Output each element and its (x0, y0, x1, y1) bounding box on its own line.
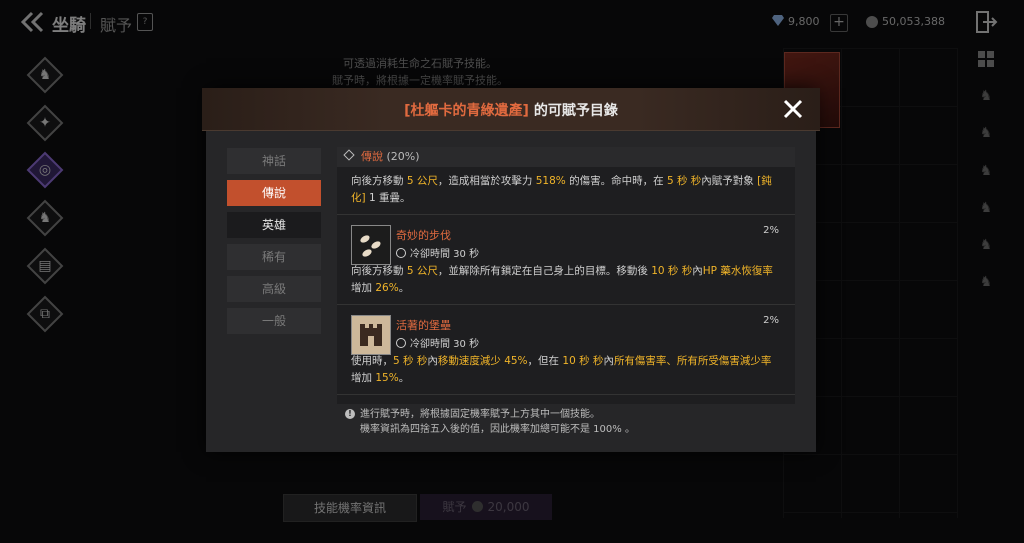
desc-text: 。 (398, 372, 410, 384)
rate-note: ! 進行賦予時，將根據固定機率賦予上方其中一個技能。 機率資訊為四捨五入後的值，… (345, 407, 785, 437)
desc-text: 1 重疊。 (365, 192, 411, 204)
desc-text: 的傷害。命中時，在 (565, 175, 667, 187)
note-line-1: 進行賦予時，將根據固定機率賦予上方其中一個技能。 (360, 409, 600, 420)
desc-text: 向後方移動 (351, 175, 407, 187)
desc-highlight: 518% (535, 175, 566, 187)
tab-common[interactable]: 一般 (227, 308, 321, 334)
desc-highlight: 5 公尺 (406, 175, 438, 187)
desc-text: ，並解除所有鎖定在自己身上的目標。移動後 (437, 265, 652, 277)
grade-tabs: 神話 傳說 英雄 稀有 高級 一般 (227, 148, 321, 340)
desc-highlight: 5 公尺 (406, 265, 438, 277)
modal-title: [杜軀卡的青綠遺產] 的可賦予目錄 (202, 100, 820, 120)
desc-highlight: 5 秒 秒 (393, 355, 428, 367)
info-icon: ! (345, 409, 355, 419)
desc-text: 增加 (351, 372, 376, 384)
desc-highlight: HP 藥水恢復率 (702, 265, 773, 277)
desc-highlight: 10 秒 秒 (562, 355, 604, 367)
skill-cooldown-text: 冷卻時間 30 秒 (410, 339, 480, 350)
desc-text: 使用時， (351, 355, 393, 367)
modal-header: [杜軀卡的青綠遺產] 的可賦予目錄 (202, 88, 820, 131)
close-icon[interactable] (782, 98, 804, 120)
desc-highlight: 移動速度減少 45% (437, 355, 528, 367)
fortress-skill-icon (351, 315, 391, 355)
desc-text: 增加 (351, 282, 376, 294)
skill-description: 使用時，5 秒 秒內移動速度減少 45%，但在 10 秒 秒內所有傷害率、所有所… (351, 353, 781, 387)
skill-item: 活著的堡壘 冷卻時間 30 秒 2% 使用時，5 秒 秒內移動速度減少 45%，… (337, 305, 795, 395)
desc-text: ，但在 (527, 355, 563, 367)
desc-text: 內賦予對象 (701, 175, 758, 187)
grade-description: 向後方移動 5 公尺，造成相當於攻擊力 518% 的傷害。命中時，在 5 秒 秒… (337, 167, 795, 215)
clock-icon (396, 338, 406, 348)
desc-highlight: 10 秒 秒 (651, 265, 693, 277)
desc-text: 內 (692, 265, 703, 277)
tab-heroic[interactable]: 英雄 (227, 212, 321, 238)
footsteps-skill-icon (351, 225, 391, 265)
modal-title-item: [杜軀卡的青綠遺產] (404, 103, 529, 119)
grade-name: 傳說 (361, 150, 383, 163)
grade-header: 傳說 (20%) (337, 147, 795, 167)
skill-cooldown: 冷卻時間 30 秒 (396, 245, 479, 260)
tab-mythic[interactable]: 神話 (227, 148, 321, 174)
skill-rate: 2% (763, 225, 779, 236)
desc-text: 。 (398, 282, 410, 294)
skill-name: 奇妙的步伐 (396, 229, 451, 242)
desc-text: ，造成相當於攻擊力 (437, 175, 536, 187)
desc-text: 向後方移動 (351, 265, 407, 277)
tab-rare[interactable]: 稀有 (227, 244, 321, 270)
desc-highlight: 5 秒 秒 (666, 175, 702, 187)
note-line-2: 機率資訊為四捨五入後的值，因此機率加總可能不是 100% 。 (360, 424, 635, 435)
desc-text: 內 (427, 355, 438, 367)
desc-highlight: 所有傷害率、所有所受傷害減少率 (613, 355, 772, 367)
grant-list-modal: [杜軀卡的青綠遺產] 的可賦予目錄 神話 傳說 英雄 稀有 高級 一般 傳說 (… (202, 88, 820, 452)
modal-title-rest: 的可賦予目錄 (528, 103, 618, 119)
skill-description: 向後方移動 5 公尺，並解除所有鎖定在自己身上的目標。移動後 10 秒 秒內HP… (351, 263, 781, 297)
diamond-icon (343, 149, 355, 161)
skill-name: 活著的堡壘 (396, 319, 451, 332)
skill-list-panel[interactable]: 傳說 (20%) 向後方移動 5 公尺，造成相當於攻擊力 518% 的傷害。命中… (337, 147, 795, 404)
clock-icon (396, 248, 406, 258)
grade-rate: (20%) (386, 150, 420, 163)
desc-text: 內 (603, 355, 614, 367)
desc-highlight: 15% (375, 372, 399, 384)
skill-rate: 2% (763, 315, 779, 326)
skill-cooldown: 冷卻時間 30 秒 (396, 335, 479, 350)
tab-advanced[interactable]: 高級 (227, 276, 321, 302)
tab-legendary[interactable]: 傳說 (227, 180, 321, 206)
desc-highlight: 26% (375, 282, 399, 294)
skill-cooldown-text: 冷卻時間 30 秒 (410, 249, 480, 260)
skill-item: 奇妙的步伐 冷卻時間 30 秒 2% 向後方移動 5 公尺，並解除所有鎖定在自己… (337, 215, 795, 305)
